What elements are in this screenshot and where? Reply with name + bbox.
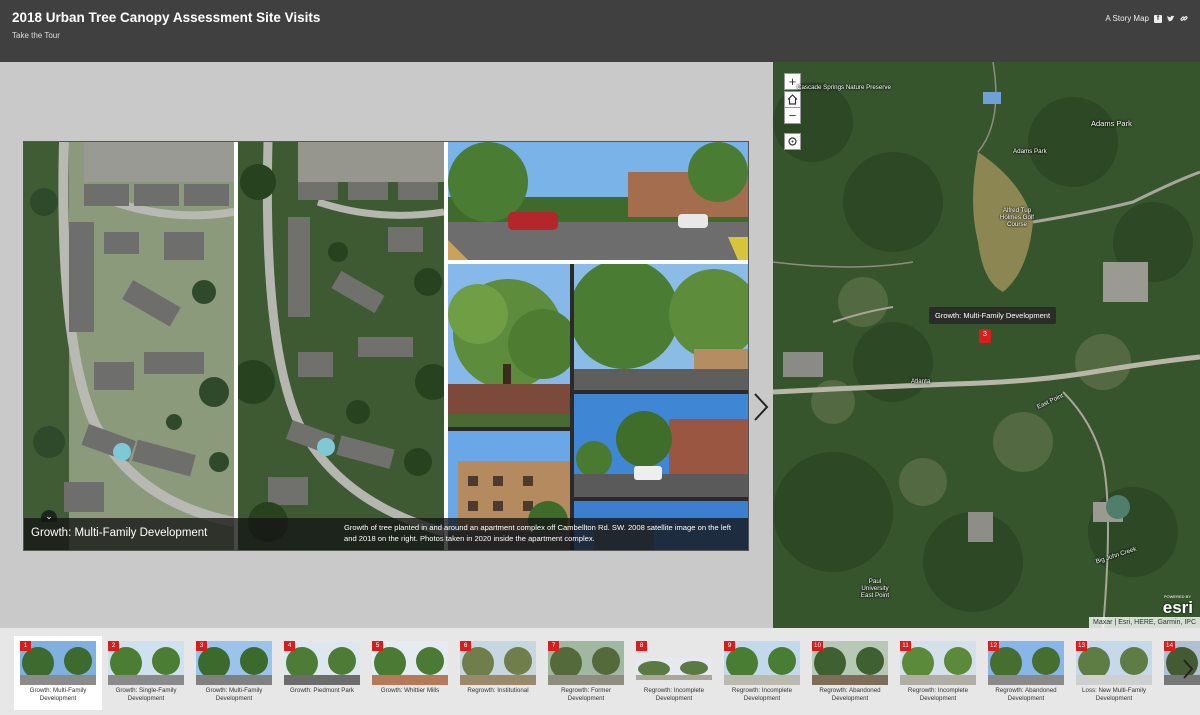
photo-tree-2 [574,264,748,390]
thumb-label: Growth: Piedmont Park [290,687,354,694]
thumb-number: 5 [372,641,383,651]
map-label-adams-park: Adams Park [1091,119,1132,128]
locate-button[interactable] [784,133,801,150]
link-icon[interactable] [1180,15,1188,23]
thumb-image [20,641,96,685]
carousel: 1 Growth: Multi-Family Development 2 Growth… [0,628,1200,715]
thumb-image [1076,641,1152,685]
thumb-label: Regrowth: Abandoned Development [995,687,1057,702]
page-title: 2018 Urban Tree Canopy Assessment Site V… [12,10,321,25]
carousel-thumb[interactable]: 2 Growth: Single-Family Development [102,636,190,710]
media-panel: ⌄ Growth: Multi-Family Development Growt… [23,141,749,551]
thumb-number: 8 [636,641,647,651]
take-the-tour-subtitle: Take the Tour [12,31,60,40]
story-map-app: 2018 Urban Tree Canopy Assessment Site V… [0,0,1200,715]
caption-bar: ⌄ Growth: Multi-Family Development Growt… [24,510,748,550]
map-panel[interactable]: + − Cascade Springs Nature Preserve Adam… [773,62,1200,628]
map-label-paul-university: Paul University East Point [860,578,890,599]
thumb-label: Loss: New Multi-Family Development [1082,687,1146,702]
caption-title: Growth: Multi-Family Development [31,527,208,539]
thumb-number: 6 [460,641,471,651]
crosshair-icon [788,137,797,146]
thumb-label: Regrowth: Incomplete Development [643,687,705,702]
thumb-number: 12 [988,641,999,651]
home-icon [787,94,798,105]
thumb-image [988,641,1064,685]
photo-tree-1 [448,264,570,427]
header: 2018 Urban Tree Canopy Assessment Site V… [0,0,1200,62]
thumb-number: 10 [812,641,823,651]
thumb-image [108,641,184,685]
thumb-image [372,641,448,685]
caption-description: Growth of tree planted in and around an … [344,523,731,543]
thumb-number: 14 [1164,641,1175,651]
aerial-image-2018 [238,142,444,550]
carousel-thumb[interactable]: 8 Regrowth: Incomplete Development [630,636,718,710]
thumb-label: Regrowth: Incomplete Development [731,687,793,702]
story-map-link[interactable]: A Story Map [1105,14,1149,23]
thumb-image [548,641,624,685]
carousel-next-icon[interactable] [1182,658,1194,680]
satellite-map[interactable] [773,62,1200,628]
carousel-thumb[interactable]: 11 Regrowth: Incomplete Development [894,636,982,710]
thumb-image [900,641,976,685]
thumb-label: Regrowth: Incomplete Development [907,687,969,702]
thumb-label: Regrowth: Former Development [561,687,611,702]
map-attribution: Maxar | Esri, HERE, Garmin, IPC [1089,617,1200,628]
thumb-number: 11 [900,641,911,651]
carousel-thumb[interactable]: 9 Regrowth: Incomplete Development [718,636,806,710]
thumb-image [724,641,800,685]
carousel-thumb[interactable]: 10 Regrowth: Abandoned Development [806,636,894,710]
map-label-cascade-springs: Cascade Springs Nature Preserve [797,84,891,91]
thumb-number: 7 [548,641,559,651]
thumb-label: Growth: Whittier Mills [380,687,440,694]
photo-parking-lot [448,142,748,260]
thumb-image [196,641,272,685]
thumb-number: 4 [284,641,295,651]
carousel-thumb[interactable]: 3 Growth: Multi-Family Development [190,636,278,710]
main-stage: ⌄ Growth: Multi-Family Development Growt… [0,62,773,628]
carousel-thumb[interactable]: 1 Growth: Multi-Family Development [14,636,102,710]
thumb-number: 9 [724,641,735,651]
zoom-out-button[interactable]: − [784,107,801,124]
home-button[interactable] [784,91,801,108]
esri-logo[interactable]: esri [1163,598,1193,618]
thumb-image [812,641,888,685]
carousel-thumb[interactable]: 13 Loss: New Multi-Family Development [1070,636,1158,710]
thumb-number: 2 [108,641,119,651]
header-links: A Story Map f [1105,14,1188,23]
collapse-caption-button[interactable]: ⌄ [41,510,57,522]
thumb-image [636,658,712,680]
thumb-label: Regrowth: Abandoned Development [819,687,881,702]
carousel-thumb[interactable]: 7 Regrowth: Former Development [542,636,630,710]
thumb-number: 3 [196,641,207,651]
map-label-golf-course: Alfred Tup Holmes Golf Course [999,207,1035,228]
map-label-atlanta: Atlanta [911,378,931,385]
map-label-adams-park-small: Adams Park [1013,148,1047,155]
thumb-label: Growth: Multi-Family Development [29,687,87,702]
facebook-icon[interactable]: f [1154,14,1162,23]
thumb-label: Regrowth: Institutional [467,687,529,694]
twitter-icon[interactable] [1167,15,1175,23]
map-tooltip: Growth: Multi-Family Development [929,307,1057,324]
thumb-number: 1 [20,641,31,651]
photo-apartment-trees [574,394,748,497]
thumb-label: Growth: Single-Family Development [115,687,177,702]
thumb-image [460,641,536,685]
carousel-thumb[interactable]: 4 Growth: Piedmont Park [278,636,366,710]
thumb-image [284,641,360,685]
thumb-label: Growth: Multi-Family Development [205,687,263,702]
next-slide-arrow-icon[interactable] [752,392,770,422]
carousel-thumb[interactable]: 12 Regrowth: Abandoned Development [982,636,1070,710]
carousel-thumb[interactable]: 5 Growth: Whittier Mills [366,636,454,710]
aerial-image-2008 [24,142,234,550]
thumb-label: L [1160,687,1200,695]
map-marker[interactable]: 3 [979,329,991,343]
thumb-number: 13 [1076,641,1087,651]
carousel-thumb[interactable]: 6 Regrowth: Institutional [454,636,542,710]
